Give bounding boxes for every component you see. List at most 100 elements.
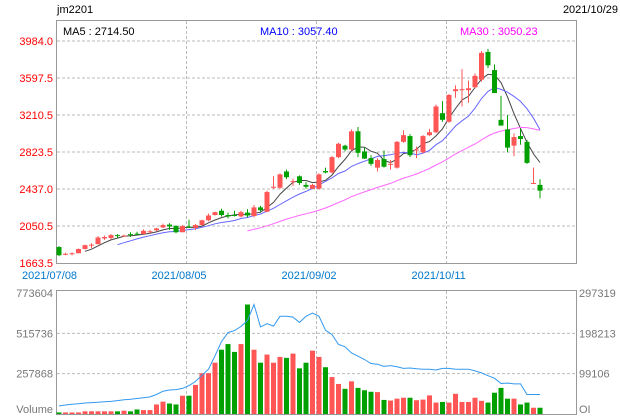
candle-body: [271, 186, 276, 188]
candle-body: [225, 215, 231, 217]
volume-tick-label: 773604: [16, 288, 53, 300]
price-tick-label: 2050.5: [19, 221, 53, 233]
volume-bar: [427, 395, 432, 414]
candle-body: [219, 210, 224, 216]
volume-bar: [89, 411, 94, 414]
candle-body: [355, 131, 361, 153]
candle-body: [375, 160, 380, 168]
candle-body: [134, 233, 140, 235]
volume-tick-label: 515736: [16, 328, 53, 340]
candle-body: [69, 253, 75, 255]
volume-bar: [336, 383, 341, 414]
candle-body: [381, 159, 387, 167]
volume-bar: [459, 401, 465, 414]
volume-bar: [264, 354, 270, 414]
price-tick-label: 3984.0: [19, 36, 53, 48]
volume-bar: [362, 390, 367, 414]
volume-bar: [290, 353, 296, 414]
volume-bar: [258, 362, 263, 414]
candle-body: [329, 157, 335, 173]
candle-body: [108, 235, 114, 238]
volume-bar: [160, 401, 166, 414]
price-y-ticks: 3984.0 3597.5 3210.5 2823.5 2437.0 2050.5 1663…: [19, 36, 53, 270]
candle-body: [342, 145, 348, 150]
volume-bar: [498, 387, 504, 414]
volume-bar: [147, 410, 153, 414]
candle-body: [336, 143, 341, 158]
date-label: 2021/10/29: [563, 4, 618, 16]
candle-body: [128, 234, 133, 236]
candle-body: [316, 174, 322, 189]
volume-bar: [479, 400, 484, 414]
volume-bar: [82, 411, 88, 414]
candle-body: [160, 225, 166, 228]
candle-body: [245, 212, 250, 216]
volume-bar: [316, 356, 322, 414]
candle-body: [284, 171, 289, 178]
candle-body: [492, 70, 497, 94]
volume-bar: [102, 411, 107, 414]
candle-body: [95, 237, 101, 245]
volume-bar: [310, 350, 315, 414]
futures-chart: jm2201 2021/10/29 MA5 : 2714.50 MA10 : 3…: [16, 4, 618, 416]
volume-bar: [524, 402, 530, 414]
candle-body: [297, 176, 302, 183]
candle-body: [76, 248, 81, 254]
price-tick-label: 3210.5: [19, 110, 53, 122]
volume-bar: [323, 367, 328, 414]
candle-body: [362, 151, 367, 159]
candle-body: [401, 135, 406, 142]
volume-bar: [472, 397, 478, 414]
ma5-legend: MA5 : 2714.50: [63, 26, 135, 38]
ma30-legend: MA30 : 3050.23: [460, 26, 538, 38]
volume-bar: [349, 381, 354, 414]
candle-body: [388, 163, 393, 165]
volume-bar: [271, 362, 276, 414]
volume-bar: [206, 373, 211, 414]
candle-body: [154, 228, 159, 231]
candle-body: [180, 226, 185, 233]
volume-bar: [368, 391, 374, 414]
volume-bar: [108, 411, 114, 414]
volume-bar: [466, 401, 471, 414]
volume-bar: [128, 411, 133, 414]
volume-bar: [167, 403, 172, 414]
candle-body: [303, 184, 309, 187]
candle-body: [147, 231, 153, 233]
candle-body: [63, 253, 68, 255]
volume-bar: [277, 356, 283, 414]
volume-bar: [297, 368, 302, 414]
candle-body: [89, 244, 94, 246]
candle-body: [505, 129, 510, 148]
volume-bar: [342, 388, 348, 414]
candle-body: [414, 149, 419, 151]
candle-body: [232, 215, 237, 217]
price-tick-label: 2437.0: [19, 184, 53, 196]
oi-tick-label: 297319: [579, 288, 616, 300]
volume-bar: [453, 393, 458, 414]
oi-tick-label: 198213: [579, 328, 616, 340]
date-x-ticks: 2021/07/08 2021/08/05 2021/09/02 2021/10/11: [22, 270, 466, 282]
candle-body: [193, 225, 198, 228]
candle-body: [173, 226, 179, 233]
volume-bar: [518, 404, 523, 414]
volume-bar: [154, 404, 159, 414]
volume-bar: [407, 397, 413, 414]
oi-tick-label: 99106: [579, 369, 610, 381]
oi-axis-label: OI: [579, 404, 591, 416]
candle-body: [82, 245, 88, 249]
date-tick-label: 2021/07/08: [22, 270, 77, 282]
volume-bar: [141, 410, 146, 414]
candle-body: [394, 141, 400, 168]
volume-bar: [76, 412, 81, 414]
volume-bar: [251, 349, 257, 414]
candle-body: [290, 181, 296, 183]
volume-bar: [388, 400, 393, 414]
candle-body: [56, 247, 62, 256]
volume-bar: [433, 402, 439, 414]
volume-bar: [492, 392, 497, 414]
volume-bar: [329, 377, 335, 414]
volume-bar: [219, 349, 224, 414]
volume-bar: [381, 399, 387, 414]
candle-body: [466, 88, 471, 91]
